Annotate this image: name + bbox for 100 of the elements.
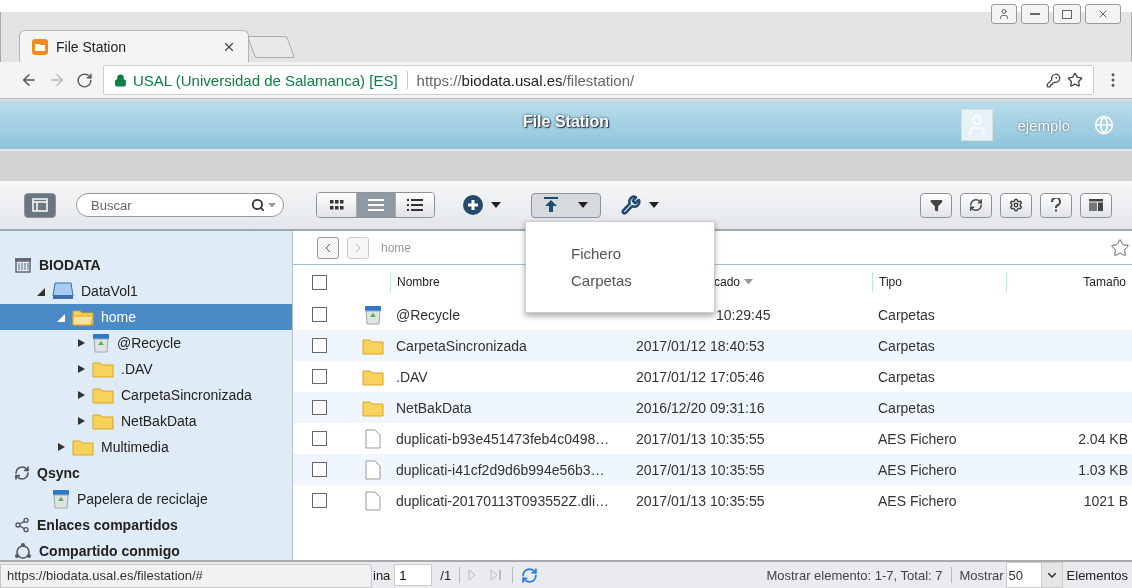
collapsed-arrow-icon[interactable]	[76, 364, 86, 374]
chevron-down-icon	[1047, 572, 1056, 578]
upload-button[interactable]	[531, 192, 601, 218]
grid-view-icon	[329, 200, 344, 210]
view-mode-button[interactable]	[317, 193, 356, 217]
tree-item[interactable]: BIODATA	[0, 252, 292, 278]
row-checkbox[interactable]	[311, 400, 327, 415]
per-page-select[interactable]: 50	[1005, 562, 1063, 588]
open-folder-icon	[72, 308, 94, 326]
file-size: 1021 B	[1082, 492, 1129, 509]
back-icon[interactable]	[20, 71, 38, 89]
tree-item[interactable]: Multimedia	[0, 434, 292, 460]
collapsed-arrow-icon[interactable]	[76, 338, 86, 348]
tree-item[interactable]: @Recycle	[0, 330, 292, 356]
folder-icon	[92, 412, 114, 430]
circle-nodes-icon	[14, 542, 32, 560]
tree-item[interactable]: Enlaces compartidos	[0, 512, 292, 538]
key-icon[interactable]	[1046, 72, 1061, 88]
search-field[interactable]: Buscar	[76, 193, 284, 217]
maximize-button[interactable]	[1053, 4, 1081, 24]
tree-item[interactable]: .DAV	[0, 356, 292, 382]
folder-icon	[92, 360, 114, 378]
file-name[interactable]: CarpetaSincronizada	[390, 337, 630, 354]
share-icon	[14, 517, 30, 533]
file-name[interactable]: duplicati-i41cf2d9d6b994e56b3…	[390, 461, 630, 478]
browser-tab[interactable]: File Station	[19, 30, 249, 62]
filter-button[interactable]	[920, 192, 952, 218]
tree-item[interactable]: NetBakData	[0, 408, 292, 434]
tools-button[interactable]	[621, 195, 659, 215]
create-button[interactable]	[463, 195, 501, 215]
upload-icon	[544, 197, 558, 213]
folder-icon	[361, 367, 384, 386]
items-summary: Mostrar elemento: 1-7, Total: 7	[766, 567, 943, 583]
close-window-button[interactable]	[1085, 4, 1121, 24]
row-checkbox[interactable]	[311, 307, 327, 322]
help-icon	[1051, 198, 1061, 212]
profile-button[interactable]	[991, 4, 1017, 24]
address-bar[interactable]: USAL (Universidad de Salamanca) [ES] https://biodata.usal.es/filestation/	[103, 65, 1094, 95]
modified-date: 2017/01/13 10:35:55	[635, 492, 766, 509]
row-checkbox[interactable]	[311, 493, 327, 508]
file-type: Carpetas	[877, 368, 936, 385]
file-name[interactable]: NetBakData	[390, 399, 630, 416]
collapsed-arrow-icon[interactable]	[76, 416, 86, 426]
page-total: /1	[440, 567, 452, 583]
tree-item[interactable]: Papelera de reciclaje	[0, 486, 292, 512]
view-mode-button[interactable]	[395, 193, 434, 217]
favorite-star-icon[interactable]	[1110, 237, 1130, 258]
maximize-icon	[1062, 9, 1072, 19]
file-name[interactable]: duplicati-b93e451473feb4c0498…	[390, 430, 630, 447]
list-view-icon	[368, 199, 384, 211]
tree-item[interactable]: home	[0, 304, 292, 330]
folder-app-icon	[32, 38, 48, 55]
tree-item[interactable]: Compartido conmigo	[0, 538, 292, 564]
tree-item[interactable]: DataVol1	[0, 278, 292, 304]
refresh-icon[interactable]	[521, 566, 539, 584]
bookmark-star-icon[interactable]	[1067, 72, 1083, 88]
expanded-arrow-icon[interactable]	[36, 286, 46, 296]
row-checkbox[interactable]	[311, 431, 327, 446]
chevron-right-icon	[355, 243, 361, 252]
sort-caret-icon	[744, 279, 754, 285]
file-type: AES Fichero	[877, 430, 958, 447]
tree-item[interactable]: Qsync	[0, 460, 292, 486]
collapsed-arrow-icon[interactable]	[76, 390, 86, 400]
collapsed-arrow-icon[interactable]	[56, 442, 66, 452]
sync-icon	[14, 465, 30, 481]
app-title: File Station	[522, 113, 610, 131]
tree-item[interactable]: CarpetaSincronizada	[0, 382, 292, 408]
menu-item[interactable]: Fichero	[571, 245, 714, 262]
settings-icon	[1009, 198, 1023, 212]
column-header[interactable]: Tamaño	[1006, 272, 1132, 292]
recycle-bin-icon	[363, 304, 382, 325]
page-input[interactable]: 1	[394, 564, 433, 586]
caret-icon	[649, 202, 659, 208]
row-checkbox[interactable]	[311, 369, 327, 384]
settings-button[interactable]	[1000, 192, 1032, 218]
refresh-button[interactable]	[960, 192, 992, 218]
back-button[interactable]	[317, 236, 339, 259]
column-header[interactable]: Tipo	[872, 272, 1006, 292]
file-type: Carpetas	[877, 399, 936, 416]
file-name[interactable]: @Recycle	[390, 306, 630, 323]
sidebar-toggle-button[interactable]	[24, 192, 56, 218]
search-icon[interactable]	[251, 198, 265, 212]
modified-date: 2017/01/12 17:05:46	[635, 368, 766, 385]
select-all-checkbox[interactable]	[311, 274, 327, 290]
reload-icon[interactable]	[76, 71, 93, 89]
caret-icon	[268, 202, 276, 208]
close-icon	[1097, 8, 1109, 20]
modified-date: 2017/01/12 18:40:53	[635, 337, 766, 354]
file-name[interactable]: .DAV	[390, 368, 630, 385]
folder-icon	[361, 398, 384, 417]
row-checkbox[interactable]	[311, 338, 327, 353]
modified-date: 2017/01/13 10:35:55	[635, 430, 766, 447]
help-button[interactable]	[1040, 192, 1072, 218]
panel-button[interactable]	[1080, 192, 1112, 218]
minimize-button[interactable]	[1021, 4, 1049, 24]
file-type: Carpetas	[877, 337, 936, 354]
file-name[interactable]: duplicati-20170113T093552Z.dli…	[390, 492, 630, 509]
minimize-icon	[1030, 12, 1040, 16]
row-checkbox[interactable]	[311, 462, 327, 477]
url-scheme: https://	[416, 71, 462, 89]
